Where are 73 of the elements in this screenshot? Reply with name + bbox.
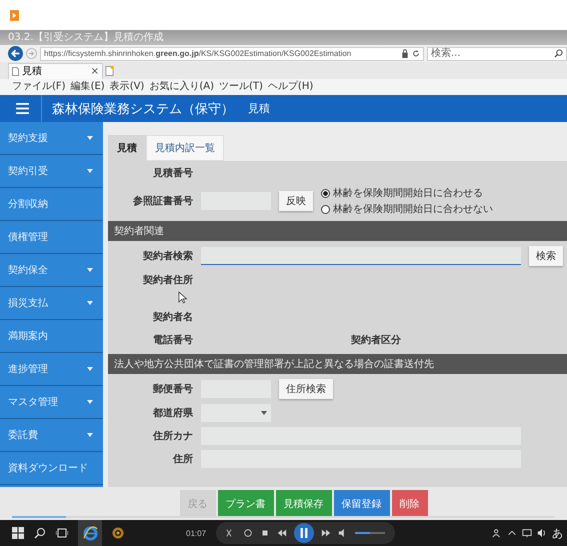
- radio-button[interactable]: [321, 204, 330, 214]
- search-icon[interactable]: [554, 49, 563, 58]
- app-title: 森林保険業務システム（保守）: [52, 100, 234, 118]
- action-button[interactable]: プラン書: [218, 490, 274, 518]
- pause-icon[interactable]: [294, 523, 314, 543]
- field-label: 契約者名: [152, 310, 193, 324]
- page-title: 見積: [248, 101, 270, 116]
- caret-icon: [87, 433, 93, 437]
- action-button[interactable]: 削除: [392, 490, 428, 518]
- address-search-button[interactable]: 住所検索: [279, 379, 333, 399]
- caret-icon: [87, 367, 93, 371]
- field-label: 契約者区分: [351, 334, 401, 346]
- playback-time: 01:07: [186, 528, 206, 538]
- speaker-icon[interactable]: [537, 528, 547, 538]
- window-title: 03.2.【引受システム】見積の作成: [8, 32, 164, 42]
- next-icon[interactable]: [321, 528, 332, 538]
- tab-label: 見積: [22, 66, 43, 76]
- field-label: 参照証書番号: [132, 194, 193, 208]
- field-label: 契約者検索: [142, 250, 193, 263]
- app-icon: [10, 10, 19, 20]
- caret-icon: [87, 301, 93, 305]
- page-icon: [12, 67, 19, 76]
- menu-item[interactable]: ヘルプ(H): [268, 82, 314, 92]
- previous-icon[interactable]: [277, 528, 288, 538]
- caret-icon: [87, 136, 93, 140]
- cursor-icon: [178, 291, 187, 304]
- search-icon[interactable]: [34, 527, 46, 539]
- menu-item[interactable]: ツール(T): [219, 82, 263, 92]
- address-field[interactable]: https://ficsystemh.shinrinhoken.green.go.jp/KS/KSG002Estimation/KSG002Estimation: [40, 46, 424, 60]
- search-field[interactable]: 検索...: [427, 46, 567, 60]
- people-icon[interactable]: [492, 528, 502, 538]
- lock-icon: [401, 49, 409, 58]
- taskbar-button[interactable]: [78, 520, 102, 546]
- field-label: 住所: [172, 452, 193, 466]
- task-view-icon[interactable]: [56, 527, 68, 539]
- field-label: 住所カナ: [152, 430, 193, 442]
- browser-tab[interactable]: 見積 ×: [8, 63, 103, 79]
- caret-icon: [87, 268, 93, 272]
- radio-label: 林齢を保険期間開始日に合わせない: [333, 202, 493, 216]
- windows-icon[interactable]: [12, 527, 24, 539]
- field-label: 電話番号: [152, 334, 193, 346]
- close-tab[interactable]: ×: [90, 66, 99, 76]
- field-label: 都道府県: [152, 406, 193, 420]
- browser-icon: [82, 526, 98, 540]
- network-icon[interactable]: [522, 528, 532, 538]
- caret-icon: [87, 169, 93, 173]
- media-app-icon[interactable]: [112, 527, 124, 539]
- action-button[interactable]: 見積保存: [276, 490, 332, 518]
- reflect-button[interactable]: 反映: [279, 191, 313, 211]
- input-field[interactable]: [201, 247, 521, 265]
- tab[interactable]: 見積内訳一覧: [146, 135, 224, 161]
- section-header: 契約者関連: [108, 221, 567, 241]
- menu-item[interactable]: お気に入り(A): [149, 82, 214, 92]
- tab[interactable]: 見積: [108, 135, 146, 161]
- section-header: 法人や地方公共団体で証書の管理部署が上記と異なる場合の証書送付先: [108, 354, 567, 374]
- radio-button[interactable]: [321, 188, 330, 198]
- caret-icon: [87, 400, 93, 404]
- field-label: 見積番号: [152, 166, 193, 180]
- back-icon[interactable]: [8, 46, 23, 61]
- action-button[interactable]: 保留登録: [334, 490, 390, 518]
- refresh-icon[interactable]: [412, 49, 420, 58]
- radio-label: 林齢を保険期間開始日に合わせる: [333, 186, 483, 200]
- search-button[interactable]: 検索: [529, 246, 563, 266]
- menu-item[interactable]: 表示(V): [110, 82, 144, 92]
- ime-indicator[interactable]: あ: [552, 526, 563, 540]
- caret-icon: [261, 410, 267, 414]
- menu-item[interactable]: 編集(E): [70, 82, 105, 92]
- field-label: 契約者住所: [142, 274, 193, 286]
- menu-icon[interactable]: [16, 103, 29, 114]
- field-label: 郵便番号: [152, 382, 193, 396]
- stop-icon[interactable]: [260, 528, 270, 538]
- new-tab-icon[interactable]: [105, 65, 114, 77]
- menu-item[interactable]: ファイル(F): [12, 82, 66, 92]
